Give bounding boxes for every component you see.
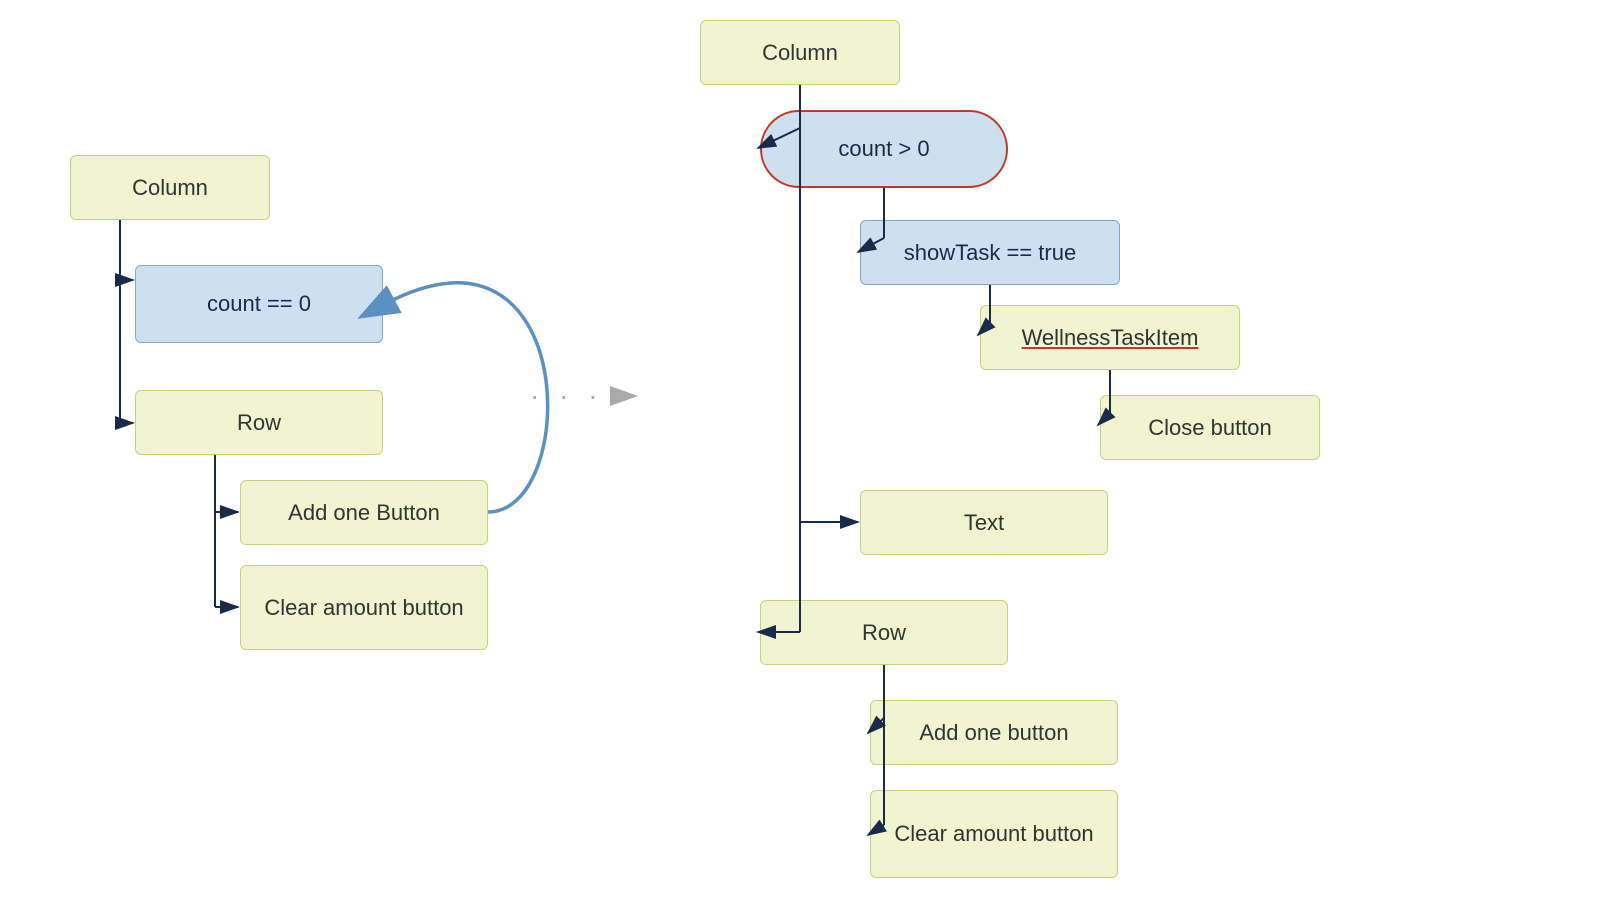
right-text-node: Text — [860, 490, 1108, 555]
right-show-task-node: showTask == true — [860, 220, 1120, 285]
left-add-one-node: Add one Button — [240, 480, 488, 545]
right-row-node: Row — [760, 600, 1008, 665]
left-clear-amount-node: Clear amount button — [240, 565, 488, 650]
right-close-node: Close button — [1100, 395, 1320, 460]
right-wellness-node: WellnessTaskItem — [980, 305, 1240, 370]
left-column-node: Column — [70, 155, 270, 220]
left-count-eq-0-node: count == 0 — [135, 265, 383, 343]
left-row-node: Row — [135, 390, 383, 455]
right-count-gt-0-node: count > 0 — [760, 110, 1008, 188]
right-column-node: Column — [700, 20, 900, 85]
right-clear-amount-node: Clear amount button — [870, 790, 1118, 878]
dots-arrow-icon — [610, 382, 642, 410]
separator-dots: · · · — [530, 380, 642, 412]
right-add-one-node: Add one button — [870, 700, 1118, 765]
diagram-container: Column count == 0 Row Add one Button Cle… — [0, 0, 1600, 908]
